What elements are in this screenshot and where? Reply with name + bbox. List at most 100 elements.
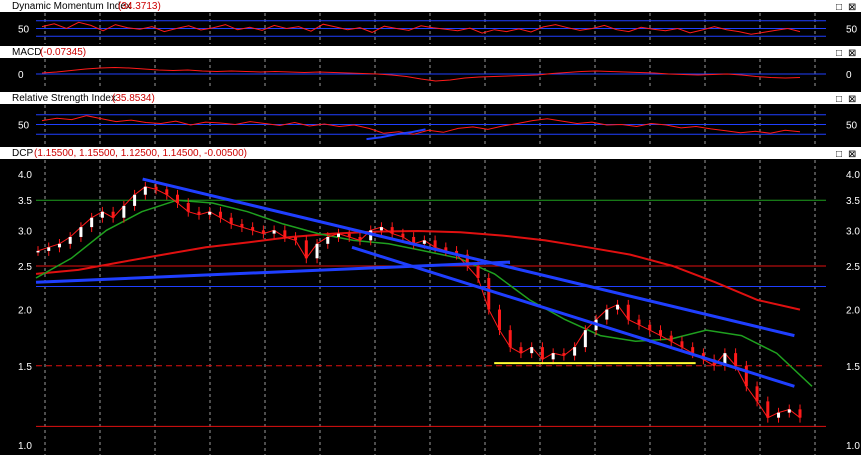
price-candle-body-5 — [90, 217, 94, 228]
price-candle-body-41 — [476, 265, 480, 279]
rsi-y-tick-right-0: 50 — [846, 121, 858, 132]
price-candle-body-27 — [326, 236, 330, 244]
price-candle-body-19 — [240, 223, 244, 228]
price-candle-body-71 — [798, 409, 802, 418]
price-y-tick-right-5: 1.5 — [846, 362, 860, 373]
macd-restore-button[interactable]: □ — [836, 48, 842, 59]
price-candle-body-65 — [734, 353, 738, 366]
price-candle-body-7 — [111, 211, 115, 218]
price-candle-body-67 — [755, 386, 759, 402]
price-candle-body-33 — [390, 227, 394, 234]
dmi-value: (34.3713) — [118, 1, 161, 12]
price-candle-body-61 — [691, 347, 695, 354]
price-y-tick-left-5: 1.5 — [18, 362, 32, 373]
price-candle-body-55 — [626, 304, 630, 320]
dmi-close-button[interactable]: ⊠ — [848, 2, 856, 13]
price-candle-body-34 — [401, 233, 405, 237]
price-close-button[interactable]: ⊠ — [848, 149, 856, 160]
price-candle-body-8 — [122, 205, 126, 218]
price-candle-body-3 — [68, 236, 72, 244]
price-candle-body-18 — [229, 217, 233, 224]
dmi-panel: Dynamic Momentum Index (34.3713) □ ⊠ — [0, 0, 861, 13]
price-candle-body-49 — [562, 353, 566, 356]
price-y-tick-right-1: 3.5 — [846, 196, 860, 207]
price-restore-button[interactable]: □ — [836, 149, 842, 160]
price-candle-body-57 — [648, 324, 652, 331]
price-candle-body-16 — [208, 211, 212, 215]
price-candle-body-59 — [669, 335, 673, 342]
rsi-panel: Relative Strength Index (35.8534) □ ⊠ — [0, 92, 861, 105]
dmi-title: Dynamic Momentum Index — [12, 1, 131, 12]
price-candle-body-15 — [197, 211, 201, 215]
rsi-restore-button[interactable]: □ — [836, 94, 842, 105]
price-candle-body-50 — [573, 347, 577, 356]
price-candle-body-46 — [530, 347, 534, 354]
price-candle-body-20 — [251, 227, 255, 231]
price-panel: DCP (1.15500, 1.15500, 1.12500, 1.14500,… — [0, 147, 861, 160]
price-candle-body-51 — [583, 330, 587, 348]
price-candle-body-6 — [100, 211, 104, 218]
price-candle-body-48 — [551, 353, 555, 360]
rsi-title: Relative Strength Index — [12, 93, 116, 104]
price-candle-body-12 — [165, 189, 169, 195]
price-close-line — [37, 186, 801, 419]
macd-value: (-0.07345) — [40, 47, 86, 58]
price-trendline-0 — [142, 177, 795, 338]
macd-header-bar — [0, 46, 861, 58]
price-candle-body-2 — [57, 243, 61, 248]
price-candle-body-70 — [787, 409, 791, 413]
rsi-value: (35.8534) — [112, 93, 155, 104]
dmi-y-tick-right-0: 50 — [846, 25, 858, 36]
macd-close-button[interactable]: ⊠ — [848, 48, 856, 59]
rsi-y-tick-left-0: 50 — [18, 121, 30, 132]
dmi-restore-button[interactable]: □ — [836, 2, 842, 13]
rsi-close-button[interactable]: ⊠ — [848, 94, 856, 105]
price-candle-body-66 — [744, 365, 748, 387]
price-y-tick-left-2: 3.0 — [18, 226, 32, 237]
price-candle-body-25 — [304, 240, 308, 259]
price-candle-body-53 — [605, 309, 609, 320]
price-green-moving-average — [35, 199, 813, 387]
price-y-tick-right-2: 3.0 — [846, 226, 860, 237]
price-candle-body-58 — [658, 330, 662, 336]
price-candle-body-30 — [358, 236, 362, 241]
price-candle-body-43 — [497, 309, 501, 331]
price-candle-body-44 — [508, 330, 512, 348]
price-y-tick-left-3: 2.5 — [18, 262, 32, 273]
macd-panel: MACD (-0.07345) □ ⊠ — [0, 46, 861, 59]
price-candle-body-60 — [680, 341, 684, 348]
price-candle-body-13 — [176, 194, 180, 204]
price-candle-body-17 — [218, 211, 222, 218]
price-y-tick-left-6: 1.0 — [18, 441, 32, 452]
dmi-y-tick-left-0: 50 — [18, 25, 30, 36]
price-candle-body-22 — [272, 230, 276, 234]
price-y-tick-left-4: 2.0 — [18, 306, 32, 317]
price-candle-body-29 — [347, 233, 351, 237]
price-candle-body-24 — [294, 236, 298, 241]
price-candle-body-69 — [777, 412, 781, 418]
price-candle-body-9 — [133, 194, 137, 206]
price-y-tick-right-4: 2.0 — [846, 306, 860, 317]
chart-window: Dynamic Momentum Index (34.3713) □ ⊠ MAC… — [0, 0, 861, 455]
price-candle-body-14 — [186, 203, 190, 212]
price-candle-body-23 — [283, 230, 287, 237]
price-y-tick-right-0: 4.0 — [846, 170, 860, 181]
price-candle-body-28 — [337, 233, 341, 237]
price-candle-body-42 — [487, 278, 491, 310]
macd-y-tick-right-0: 0 — [846, 70, 852, 81]
price-candle-body-11 — [154, 186, 158, 190]
price-candle-body-56 — [637, 319, 641, 325]
price-candle-body-68 — [766, 401, 770, 418]
price-title: DCP — [12, 148, 33, 159]
price-candle-body-4 — [79, 227, 83, 237]
price-candle-body-10 — [143, 186, 147, 195]
price-y-tick-right-3: 2.5 — [846, 262, 860, 273]
price-candle-body-36 — [422, 240, 426, 244]
price-y-tick-left-1: 3.5 — [18, 196, 32, 207]
price-candle-body-45 — [519, 347, 523, 354]
price-candle-body-32 — [379, 227, 383, 231]
price-candle-body-37 — [433, 240, 437, 248]
price-y-tick-left-0: 4.0 — [18, 170, 32, 181]
price-candle-body-21 — [261, 230, 265, 234]
macd-title: MACD — [12, 47, 41, 58]
